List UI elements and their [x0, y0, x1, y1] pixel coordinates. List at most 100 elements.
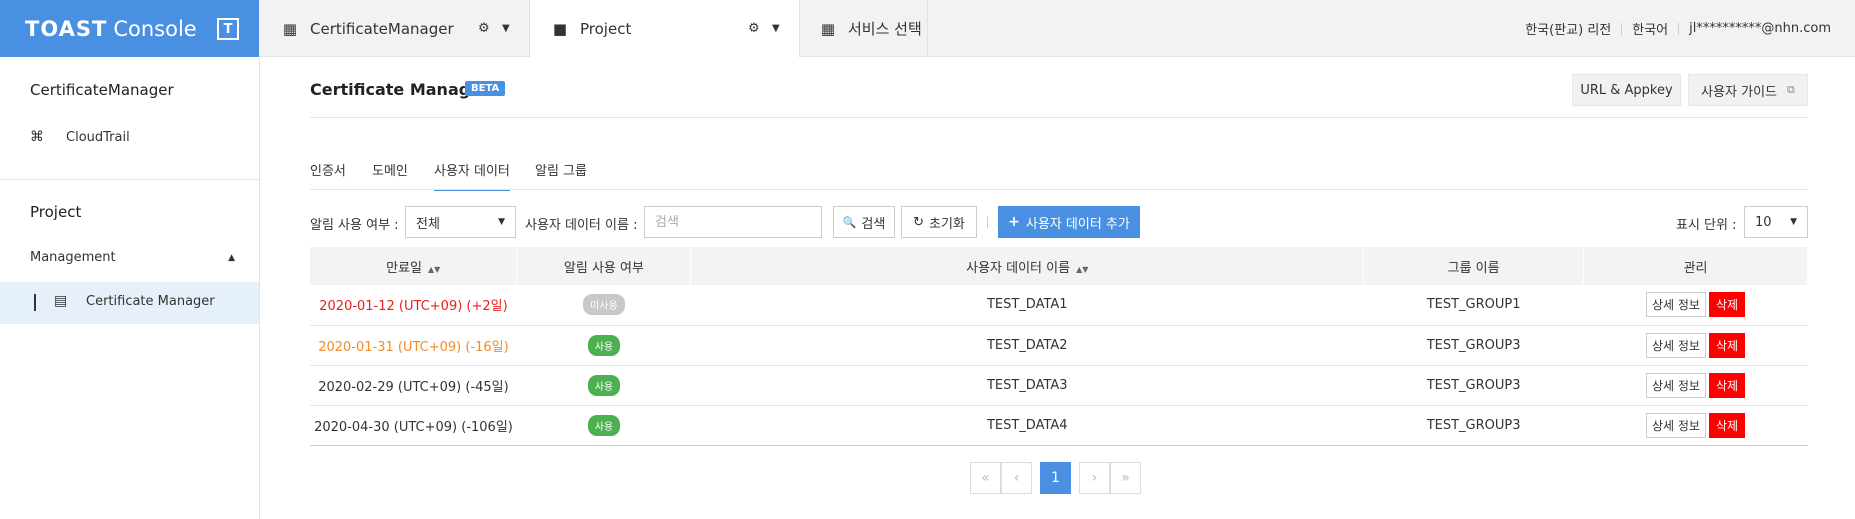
cell-group: TEST_GROUP3 [1363, 365, 1584, 406]
cell-manage: 상세 정보 삭제 [1583, 285, 1808, 326]
table-row: 2020-02-29 (UTC+09) (-45일) 사용 TEST_DATA3… [310, 365, 1808, 406]
name-search-input[interactable] [644, 206, 822, 238]
delete-button[interactable]: 삭제 [1708, 332, 1746, 358]
refresh-icon: ↻ [913, 214, 924, 230]
user-guide-button[interactable]: 사용자 가이드 ⧉ [1688, 74, 1808, 106]
prev-page-button[interactable]: ‹ [1001, 462, 1032, 494]
chevron-down-icon[interactable]: ▼ [772, 23, 780, 34]
beta-badge: BETA [465, 81, 506, 96]
sidebar-management-toggle[interactable]: Management ▲ [30, 250, 235, 265]
logo[interactable]: TOAST Console T [0, 0, 259, 57]
add-user-data-button[interactable]: + 사용자 데이터 추가 [998, 206, 1140, 238]
tabs-divider [310, 189, 1808, 190]
cell-expire: 2020-02-29 (UTC+09) (-45일) [310, 365, 517, 406]
header-divider [310, 117, 1808, 118]
delete-button[interactable]: 삭제 [1708, 372, 1746, 398]
chevron-up-icon: ▲ [228, 252, 235, 263]
tab-domains[interactable]: 도메인 [372, 160, 408, 179]
page-title: Certificate Manager [310, 80, 489, 99]
cell-name: TEST_DATA3 [690, 365, 1364, 406]
cloudtrail-icon: ⌘ [30, 129, 44, 145]
table-row: 2020-01-31 (UTC+09) (-16일) 사용 TEST_DATA2… [310, 325, 1808, 366]
detail-button[interactable]: 상세 정보 [1645, 292, 1706, 318]
cell-alarm: 사용 [516, 365, 691, 406]
cell-manage: 상세 정보 삭제 [1583, 325, 1808, 366]
col-header-expire[interactable]: 만료일 ▲▼ [310, 247, 518, 285]
chevron-down-icon[interactable]: ▼ [502, 23, 510, 34]
gear-icon[interactable]: ⚙ [478, 21, 490, 36]
cell-name: TEST_DATA1 [690, 285, 1364, 326]
alarm-status-badge: 사용 [587, 374, 621, 396]
detail-button[interactable]: 상세 정보 [1645, 372, 1706, 398]
delete-button[interactable]: 삭제 [1708, 292, 1746, 318]
col-header-name[interactable]: 사용자 데이터 이름 ▲▼ [690, 247, 1365, 285]
cell-expire: 2020-01-31 (UTC+09) (-16일) [310, 325, 517, 366]
col-header-manage: 관리 [1583, 247, 1808, 285]
alarm-status-badge: 사용 [587, 334, 621, 356]
tab-certificates[interactable]: 인증서 [310, 160, 346, 179]
user-guide-label: 사용자 가이드 [1701, 84, 1778, 100]
cell-manage: 상세 정보 삭제 [1583, 365, 1808, 406]
sidebar-item-label: Certificate Manager [86, 294, 215, 309]
page-size-label: 표시 단위 : [1676, 218, 1737, 233]
alarm-filter-value: 전체 [416, 216, 440, 232]
sidebar-item-certificate-manager[interactable]: ▤ Certificate Manager [0, 282, 259, 324]
page-size-select[interactable]: 10 ▼ [1744, 206, 1808, 238]
language-selector[interactable]: 한국어 [1632, 19, 1668, 38]
sidebar-divider [0, 179, 260, 180]
sidebar-item-label: CloudTrail [66, 129, 130, 145]
org-switch-icon[interactable]: T [217, 18, 239, 40]
name-filter-label: 사용자 데이터 이름 : [525, 218, 638, 233]
external-link-icon: ⧉ [1787, 83, 1795, 96]
cell-manage: 상세 정보 삭제 [1583, 405, 1808, 446]
sort-icon: ▲▼ [428, 264, 441, 274]
user-account[interactable]: jl**********@nhn.com [1689, 21, 1831, 36]
active-indicator [34, 294, 36, 311]
last-page-button[interactable]: » [1110, 462, 1141, 494]
pagination: « ‹ 1 › » [970, 462, 1141, 494]
first-page-button[interactable]: « [970, 462, 1001, 494]
divider [1621, 22, 1623, 35]
add-user-data-label: 사용자 데이터 추가 [1025, 216, 1130, 232]
delete-button[interactable]: 삭제 [1708, 412, 1746, 438]
sidebar-section-title: CertificateManager [30, 81, 174, 99]
search-button-label: 검색 [861, 216, 886, 232]
col-header-group: 그룹 이름 [1363, 247, 1585, 285]
cell-alarm: 사용 [516, 325, 691, 366]
region-selector[interactable]: 한국(판교) 리전 [1525, 19, 1611, 38]
search-button[interactable]: 🔍 검색 [833, 206, 895, 238]
page-number-button[interactable]: 1 [1040, 462, 1071, 494]
cell-group: TEST_GROUP1 [1363, 285, 1584, 326]
sidebar-item-label: Management [30, 250, 116, 265]
alarm-filter-select[interactable]: 전체 ▼ [405, 206, 516, 238]
gear-icon[interactable]: ⚙ [748, 21, 760, 36]
cell-alarm: 미사용 [516, 285, 691, 326]
table-row: 2020-04-30 (UTC+09) (-106일) 사용 TEST_DATA… [310, 405, 1808, 446]
tab-service-select-label: 서비스 선택 [848, 20, 922, 38]
alarm-filter-label: 알림 사용 여부 : [310, 218, 399, 233]
cell-group: TEST_GROUP3 [1363, 325, 1584, 366]
cell-expire: 2020-04-30 (UTC+09) (-106일) [310, 405, 517, 446]
tab-alarm-groups[interactable]: 알림 그룹 [535, 160, 587, 179]
url-appkey-button[interactable]: URL & Appkey [1572, 74, 1681, 106]
tab-user-data[interactable]: 사용자 데이터 [434, 160, 510, 191]
top-bar: TOAST Console T ▦ CertificateManager ⚙ ▼… [0, 0, 1855, 57]
user-data-table: 만료일 ▲▼ 알림 사용 여부 사용자 데이터 이름 ▲▼ 그룹 이름 관리 202… [310, 247, 1808, 446]
tab-project[interactable]: ■ Project ⚙ ▼ [530, 0, 800, 57]
page-size-value: 10 [1755, 214, 1772, 230]
detail-button[interactable]: 상세 정보 [1645, 412, 1706, 438]
next-page-button[interactable]: › [1079, 462, 1110, 494]
cell-alarm: 사용 [516, 405, 691, 446]
tab-project-label: Project [580, 19, 632, 38]
sidebar-item-cloudtrail[interactable]: ⌘ CloudTrail [30, 129, 130, 145]
cell-name: TEST_DATA2 [690, 325, 1364, 366]
search-icon: 🔍 [842, 215, 857, 229]
detail-button[interactable]: 상세 정보 [1645, 332, 1706, 358]
sort-icon: ▲▼ [1076, 264, 1089, 274]
reset-button[interactable]: ↻ 초기화 [901, 206, 977, 238]
tab-service-select[interactable]: ▦ 서비스 선택 [800, 0, 928, 57]
cell-name: TEST_DATA4 [690, 405, 1364, 446]
tab-certificate-manager[interactable]: ▦ CertificateManager ⚙ ▼ [260, 0, 530, 57]
cell-group: TEST_GROUP3 [1363, 405, 1584, 446]
col-header-alarm: 알림 사용 여부 [516, 247, 692, 285]
